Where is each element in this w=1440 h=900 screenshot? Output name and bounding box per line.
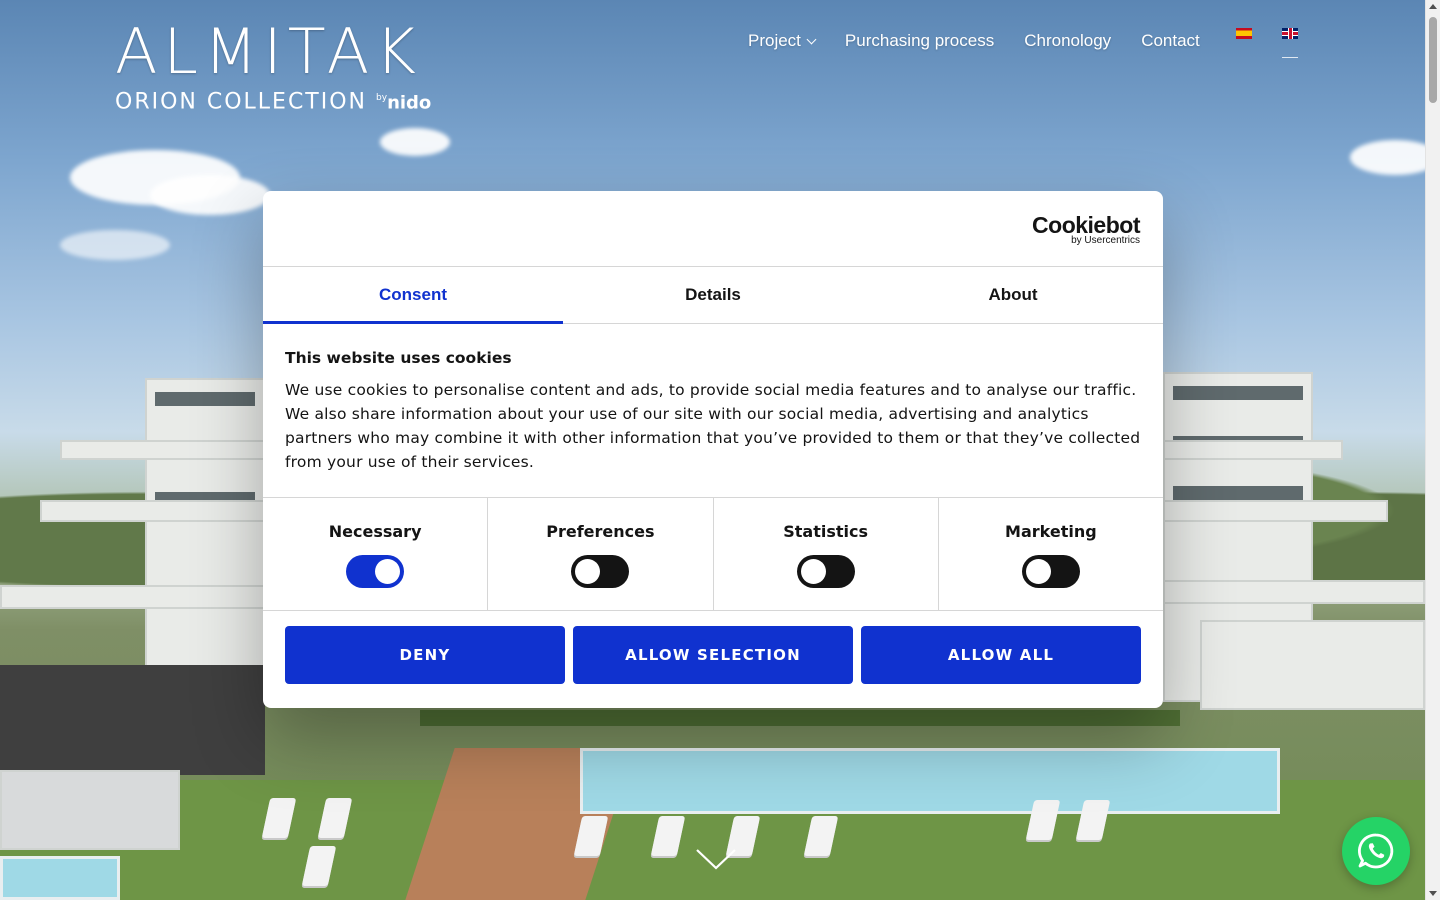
- dialog-tabs: Consent Details About: [263, 267, 1163, 324]
- toggle-cell-necessary: Necessary: [263, 498, 489, 610]
- toggle-knob: [800, 559, 826, 584]
- toggle-cell-preferences: Preferences: [488, 498, 714, 610]
- cloud: [150, 175, 270, 215]
- nav-item-contact[interactable]: Contact: [1141, 30, 1200, 52]
- nav-item-label: Project: [748, 31, 801, 50]
- cookiebot-logo[interactable]: Cookiebot by Usercentrics: [1032, 213, 1140, 246]
- building-terrace: [60, 440, 265, 460]
- toggle-knob: [575, 559, 601, 584]
- building-terrace: [1163, 500, 1388, 522]
- logo-subtitle: ORION COLLECTION bynido: [115, 86, 445, 115]
- toggle-knob: [375, 559, 401, 584]
- building-terrace: [1163, 440, 1343, 460]
- building-terrace: [1163, 580, 1425, 604]
- page-scrollbar[interactable]: [1425, 0, 1440, 900]
- flag-en-icon[interactable]: [1282, 28, 1298, 39]
- toggle-label: Necessary: [328, 522, 422, 541]
- cloud: [1350, 140, 1425, 175]
- active-language-indicator: [1282, 57, 1298, 58]
- nav-item-label: Chronology: [1024, 31, 1112, 50]
- patio: [0, 770, 180, 850]
- toggle-label: Preferences: [546, 522, 655, 541]
- hedge: [420, 710, 1180, 726]
- chevron-down-icon: [806, 34, 817, 44]
- tab-consent[interactable]: Consent: [263, 267, 563, 324]
- flag-es-icon[interactable]: [1236, 28, 1252, 39]
- building-terrace: [0, 585, 265, 609]
- building-ground-floor: [0, 665, 265, 775]
- logo-nido: nido: [387, 92, 432, 114]
- scroll-up-arrow-icon[interactable]: [1429, 4, 1437, 9]
- tab-about[interactable]: About: [863, 267, 1163, 323]
- necessary-toggle[interactable]: [346, 555, 405, 588]
- toggle-label: Statistics: [783, 522, 868, 541]
- whatsapp-icon[interactable]: [1342, 817, 1410, 885]
- nav-item-label: Contact: [1141, 31, 1200, 50]
- statistics-toggle[interactable]: [796, 555, 855, 588]
- nav-item-project[interactable]: Project: [748, 30, 817, 52]
- allow-all-button[interactable]: ALLOW ALL: [861, 626, 1141, 684]
- consent-buttons: DENY ALLOW SELECTION ALLOW ALL: [263, 611, 1163, 684]
- toggle-knob: [1025, 559, 1051, 584]
- building-left: [145, 378, 265, 698]
- scroll-down-arrow-icon[interactable]: [1429, 891, 1437, 896]
- building-wing: [1200, 620, 1425, 710]
- chevron-down-icon[interactable]: [696, 848, 736, 870]
- logo-by: by: [376, 93, 388, 103]
- scroll-thumb[interactable]: [1429, 17, 1437, 103]
- nav-item-purchasing-process[interactable]: Purchasing process: [845, 30, 994, 52]
- preferences-toggle[interactable]: [571, 555, 630, 588]
- toggle-label: Marketing: [1005, 522, 1097, 541]
- nav-item-label: Purchasing process: [844, 31, 995, 50]
- nav-item-chronology[interactable]: Chronology: [1024, 30, 1111, 52]
- consent-title: This website uses cookies: [285, 349, 512, 367]
- site-logo[interactable]: ALMITAK ORION COLLECTION bynido: [115, 18, 445, 118]
- cookiebot-wordmark: Cookiebot: [1032, 212, 1140, 238]
- deny-button[interactable]: DENY: [285, 626, 565, 684]
- toggle-cell-marketing: Marketing: [939, 498, 1163, 610]
- logo-wordmark: ALMITAK: [115, 15, 422, 88]
- tab-details[interactable]: Details: [563, 267, 863, 323]
- logo-collection: ORION COLLECTION: [115, 89, 368, 115]
- consent-text: We use cookies to personalise content an…: [285, 381, 1141, 471]
- toggle-cell-statistics: Statistics: [714, 498, 939, 610]
- marketing-toggle[interactable]: [1021, 555, 1080, 588]
- pool: [0, 856, 120, 900]
- main-nav: Project Purchasing process Chronology Co…: [748, 30, 1230, 52]
- cloud: [380, 128, 450, 156]
- cookie-category-toggles: Necessary Preferences Statistics Marketi…: [263, 498, 1163, 611]
- dialog-header: Cookiebot by Usercentrics: [263, 191, 1163, 267]
- allow-selection-button[interactable]: ALLOW SELECTION: [573, 626, 853, 684]
- pool: [580, 748, 1280, 814]
- cookie-consent-dialog: Cookiebot by Usercentrics Consent Detail…: [263, 191, 1163, 708]
- consent-body: This website uses cookies We use cookies…: [263, 324, 1163, 498]
- cloud: [60, 230, 170, 260]
- building-terrace: [40, 500, 265, 522]
